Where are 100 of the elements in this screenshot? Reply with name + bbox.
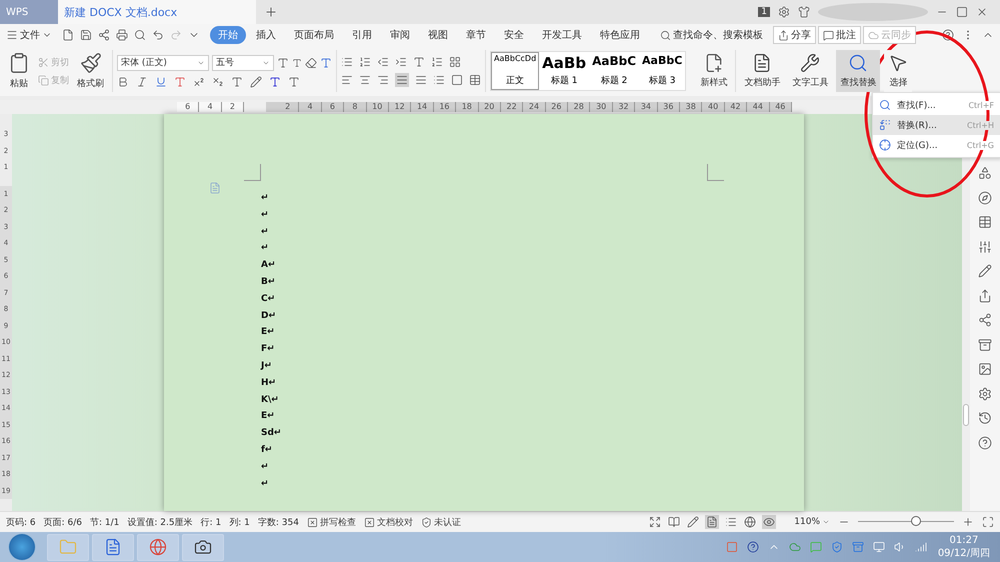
book-button[interactable]	[667, 515, 682, 529]
paragraph-text: E↵	[261, 326, 275, 340]
save-icon[interactable]	[80, 29, 92, 41]
image-icon[interactable]	[978, 362, 992, 376]
ribbon-tab[interactable]: 开发工具	[534, 26, 590, 44]
new-file-icon[interactable]	[62, 29, 74, 41]
proofing-button[interactable]: 拼写检查	[306, 516, 356, 528]
underline-icon[interactable]	[155, 76, 167, 88]
subscript-icon[interactable]	[212, 76, 224, 88]
help-icon[interactable]	[942, 29, 954, 41]
globe-button[interactable]	[743, 515, 758, 529]
document-tab[interactable]: 新建 DOCX 文档.docx	[58, 0, 256, 24]
menu-item[interactable]: 替换(R)... Ctrl+H	[873, 115, 1000, 135]
border-icon[interactable]	[469, 74, 481, 86]
zoom-in-icon[interactable]	[962, 516, 974, 528]
bold-icon[interactable]	[117, 76, 129, 88]
shirt-icon[interactable]	[798, 6, 810, 18]
ribbon-tab[interactable]: 视图	[420, 26, 456, 44]
status-text: 行: 1	[200, 516, 222, 528]
ribbon-tab[interactable]: 审阅	[382, 26, 418, 44]
start-button[interactable]	[8, 533, 36, 561]
ruler-number: 30	[590, 102, 613, 112]
clipboard-icon	[8, 52, 30, 74]
taskbar-app[interactable]	[182, 534, 224, 560]
settings-icon[interactable]	[978, 386, 992, 400]
new-style-icon	[704, 53, 724, 73]
file-menu[interactable]: 文件	[6, 28, 52, 42]
compass-icon[interactable]	[978, 190, 992, 204]
numbered-list-icon[interactable]	[359, 56, 371, 68]
history-icon[interactable]	[978, 411, 992, 425]
ruler-number: 16	[434, 102, 456, 112]
plus-icon[interactable]	[264, 5, 278, 19]
close-icon[interactable]	[976, 6, 988, 18]
fullscreen-button[interactable]	[648, 515, 662, 529]
distribute-icon[interactable]	[415, 74, 427, 86]
help-icon[interactable]	[746, 541, 759, 553]
font-color-icon[interactable]	[269, 76, 281, 88]
superscript-icon[interactable]	[193, 76, 205, 88]
outdent-icon[interactable]	[377, 56, 389, 68]
certification-status[interactable]: 未认证	[420, 516, 461, 528]
volume-icon[interactable]	[894, 541, 906, 553]
book-icon	[668, 516, 680, 528]
ribbon-tab[interactable]: 页面布局	[286, 26, 342, 44]
taskbar-app[interactable]	[92, 534, 134, 560]
search-icon	[879, 99, 891, 111]
scrollbar-thumb[interactable]	[963, 404, 969, 426]
ruler-number: 4	[199, 102, 222, 112]
share-icon[interactable]	[978, 288, 992, 302]
grid-icon[interactable]	[449, 56, 461, 68]
shading-icon[interactable]	[451, 74, 463, 86]
archive-icon[interactable]	[978, 338, 992, 352]
eraser-icon[interactable]	[305, 56, 317, 68]
export-icon[interactable]	[98, 29, 110, 41]
sort-icon[interactable]	[431, 56, 443, 68]
highlight-icon[interactable]	[250, 76, 262, 88]
zoom-dropdown[interactable]: 110%	[794, 517, 830, 527]
undo-icon[interactable]	[152, 29, 164, 41]
eye-button[interactable]	[762, 515, 776, 529]
scissors-icon	[38, 56, 49, 68]
ribbon-tab[interactable]: 插入	[248, 26, 284, 44]
find-replace-button[interactable]: 查找替换	[836, 50, 880, 92]
align-center-icon[interactable]	[359, 74, 371, 86]
zoom-slider-thumb[interactable]	[910, 516, 921, 526]
share-button[interactable]: 分享	[773, 26, 816, 44]
align-left-icon[interactable]	[341, 74, 353, 86]
ribbon-tab[interactable]: 章节	[458, 26, 494, 44]
pointer-icon	[888, 53, 908, 73]
gear-icon[interactable]	[778, 6, 790, 18]
table-icon[interactable]	[978, 215, 992, 229]
ruler-number: 28	[568, 102, 590, 112]
indent-icon[interactable]	[395, 56, 407, 68]
paragraph-text: C↵	[261, 292, 276, 306]
eye-icon	[763, 516, 776, 528]
style-preset[interactable]: AaBbCcDd 正文	[491, 52, 540, 90]
comment-icon	[823, 30, 834, 40]
ribbon-tab[interactable]: 特色应用	[592, 26, 648, 44]
font-size-field[interactable]: 五号	[212, 54, 274, 70]
font-name-field[interactable]: 宋体 (正文)	[117, 54, 209, 70]
ruler-number: 12	[388, 102, 412, 112]
ribbon-tab[interactable]: 引用	[344, 26, 380, 44]
italic-icon[interactable]	[136, 76, 148, 88]
ruler-number: 24	[523, 102, 546, 112]
ribbon-tab[interactable]: 安全	[496, 26, 532, 44]
justify-button[interactable]	[395, 72, 409, 86]
align-right-icon[interactable]	[377, 74, 389, 86]
help-icon[interactable]	[978, 436, 992, 450]
share-nodes-icon[interactable]	[978, 313, 992, 327]
print-icon[interactable]	[116, 29, 128, 41]
page-view-button[interactable]	[705, 515, 720, 529]
status-text: 页面: 6/6	[44, 516, 82, 528]
edit-icon[interactable]	[978, 264, 992, 278]
comment-button[interactable]: 批注	[818, 26, 861, 44]
shapes-icon[interactable]	[978, 166, 992, 180]
preview-icon[interactable]	[134, 29, 146, 41]
restore-icon[interactable]	[956, 6, 968, 18]
command-search[interactable]: 查找命令、搜索模板	[660, 28, 763, 42]
proofing-button[interactable]: 文档校对	[364, 516, 413, 528]
fit-icon[interactable]	[982, 516, 994, 528]
pencil-button[interactable]	[686, 515, 700, 529]
sliders-icon[interactable]	[978, 240, 992, 254]
